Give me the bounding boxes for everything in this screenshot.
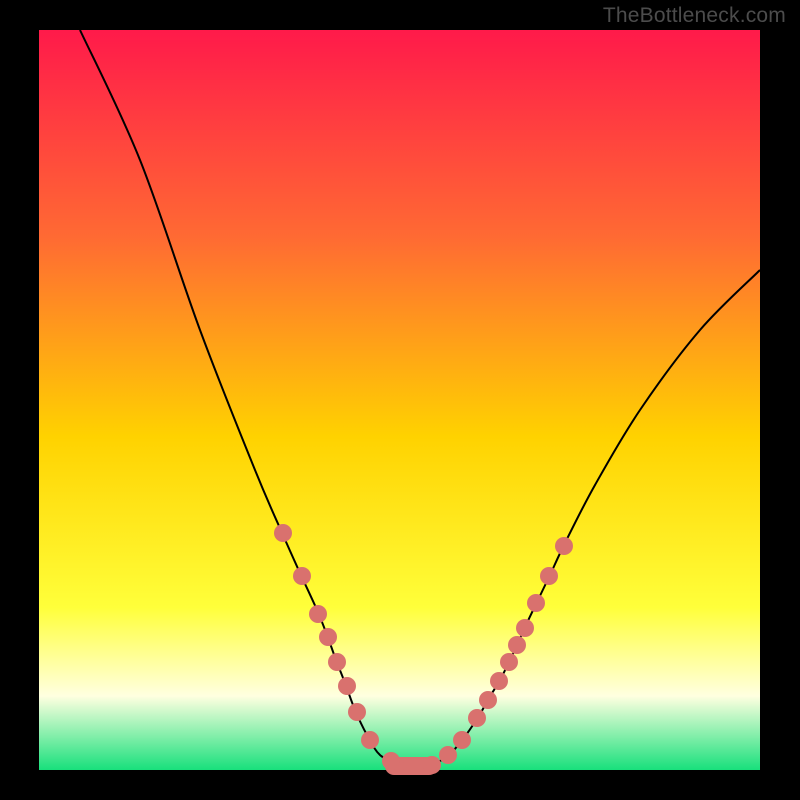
curve-marker <box>516 619 534 637</box>
chart-svg <box>0 0 800 800</box>
curve-marker <box>468 709 486 727</box>
curve-marker <box>540 567 558 585</box>
plot-gradient-area <box>39 30 760 770</box>
curve-marker <box>309 605 327 623</box>
curve-marker <box>328 653 346 671</box>
curve-marker <box>361 731 379 749</box>
curve-marker <box>403 757 421 775</box>
curve-marker <box>293 567 311 585</box>
chart-stage: TheBottleneck.com <box>0 0 800 800</box>
curve-marker <box>453 731 471 749</box>
curve-marker <box>500 653 518 671</box>
curve-marker <box>439 746 457 764</box>
watermark-text: TheBottleneck.com <box>603 4 786 28</box>
curve-marker <box>490 672 508 690</box>
curve-marker <box>274 524 292 542</box>
curve-marker <box>338 677 356 695</box>
curve-marker <box>423 756 441 774</box>
curve-marker <box>348 703 366 721</box>
curve-marker <box>382 752 400 770</box>
curve-marker <box>527 594 545 612</box>
curve-marker <box>508 636 526 654</box>
curve-marker <box>479 691 497 709</box>
curve-marker <box>319 628 337 646</box>
curve-marker <box>555 537 573 555</box>
